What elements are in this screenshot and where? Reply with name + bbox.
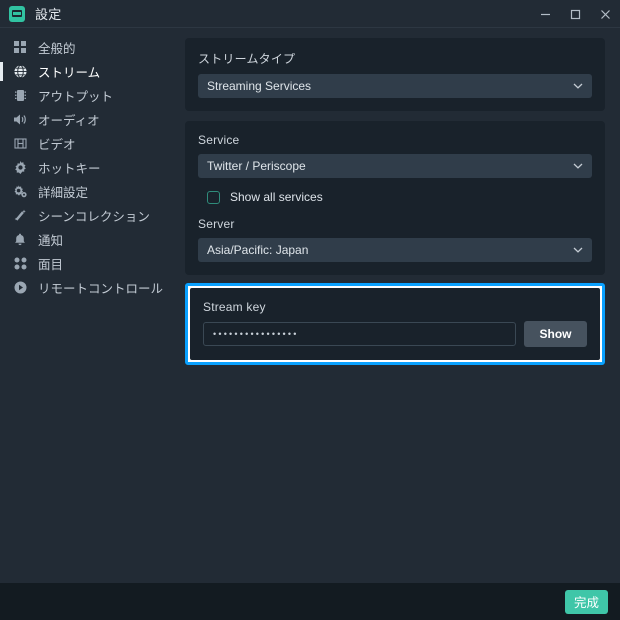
sidebar-item-advanced[interactable]: 詳細設定	[0, 180, 180, 203]
chip-icon	[12, 88, 28, 104]
show-stream-key-button[interactable]: Show	[524, 321, 587, 347]
server-select[interactable]: Asia/Pacific: Japan	[198, 238, 592, 262]
obs-app-icon	[9, 5, 25, 22]
stream-key-label: Stream key	[203, 300, 266, 314]
dots-grid-icon	[12, 256, 28, 272]
stream-key-input[interactable]: ••••••••••••••••	[203, 322, 516, 346]
server-label: Server	[198, 217, 235, 231]
sidebar-item-label: リモートコントロール	[38, 282, 164, 296]
server-value: Asia/Pacific: Japan	[207, 243, 309, 257]
sidebar-item-label: ストリーム	[38, 66, 101, 80]
gear-icon	[12, 160, 28, 176]
dialog-footer: 完成	[0, 583, 620, 620]
stream-type-select[interactable]: Streaming Services	[198, 74, 592, 98]
sidebar-item-label: ホットキー	[38, 162, 101, 176]
stream-key-panel: Stream key •••••••••••••••• Show	[190, 288, 600, 360]
settings-sidebar: 全般的 ストリーム アウトプット オーディオ ビデオ ホットキー 詳細設定 シー…	[0, 28, 180, 583]
minimize-button[interactable]	[530, 0, 560, 28]
maximize-button[interactable]	[560, 0, 590, 28]
sidebar-item-label: ビデオ	[38, 138, 76, 152]
sidebar-item-label: 全般的	[38, 42, 76, 56]
sidebar-item-video[interactable]: ビデオ	[0, 132, 180, 155]
bell-icon	[12, 232, 28, 248]
globe-icon	[12, 64, 28, 80]
close-button[interactable]	[590, 0, 620, 28]
sidebar-item-appearance[interactable]: 面目	[0, 252, 180, 275]
show-all-services-checkbox[interactable]	[207, 190, 220, 204]
sidebar-item-notifications[interactable]: 通知	[0, 228, 180, 251]
settings-window: 設定 全般的 ストリーム アウトプット オーディオ ビデオ ホットキー 詳細設定…	[0, 0, 620, 620]
gears-icon	[12, 184, 28, 200]
sidebar-item-label: 詳細設定	[38, 186, 89, 200]
chevron-down-icon	[573, 163, 583, 170]
sidebar-item-audio[interactable]: オーディオ	[0, 108, 180, 131]
sidebar-item-label: シーンコレクション	[38, 210, 150, 224]
done-button[interactable]: 完成	[564, 589, 608, 614]
sidebar-item-label: 面目	[38, 258, 64, 272]
stream-type-label: ストリームタイプ	[198, 52, 296, 66]
sidebar-item-general[interactable]: 全般的	[0, 36, 180, 59]
stream-type-panel: ストリームタイプ Streaming Services	[185, 38, 605, 111]
sidebar-item-remote-control[interactable]: リモートコントロール	[0, 276, 180, 299]
chevron-down-icon	[573, 83, 583, 90]
window-controls	[530, 0, 620, 28]
title-bar: 設定	[0, 0, 620, 28]
service-select[interactable]: Twitter / Periscope	[198, 154, 592, 178]
film-icon	[12, 136, 28, 152]
grid-icon	[12, 40, 28, 56]
play-circle-icon	[12, 280, 28, 296]
sidebar-item-label: オーディオ	[38, 114, 100, 128]
stream-type-value: Streaming Services	[207, 79, 312, 93]
sidebar-item-scene-collection[interactable]: シーンコレクション	[0, 204, 180, 227]
speaker-icon	[12, 112, 28, 128]
chevron-down-icon	[573, 247, 583, 254]
window-body: 全般的 ストリーム アウトプット オーディオ ビデオ ホットキー 詳細設定 シー…	[0, 28, 620, 583]
show-all-services-row[interactable]: Show all services	[207, 190, 592, 204]
settings-content: ストリームタイプ Streaming Services Service Twit…	[180, 28, 620, 583]
service-panel: Service Twitter / Periscope Show all ser…	[185, 121, 605, 275]
sidebar-item-label: アウトプット	[38, 90, 114, 104]
service-value: Twitter / Periscope	[207, 159, 306, 173]
show-all-services-label: Show all services	[230, 190, 323, 204]
window-title: 設定	[35, 7, 62, 22]
service-label: Service	[198, 133, 240, 147]
stream-key-row: •••••••••••••••• Show	[203, 321, 587, 347]
magic-wand-icon	[12, 208, 28, 224]
sidebar-item-stream[interactable]: ストリーム	[0, 60, 180, 83]
stream-key-highlight: Stream key •••••••••••••••• Show	[185, 283, 605, 365]
sidebar-item-output[interactable]: アウトプット	[0, 84, 180, 107]
sidebar-item-label: 通知	[38, 234, 64, 248]
sidebar-item-hotkeys[interactable]: ホットキー	[0, 156, 180, 179]
